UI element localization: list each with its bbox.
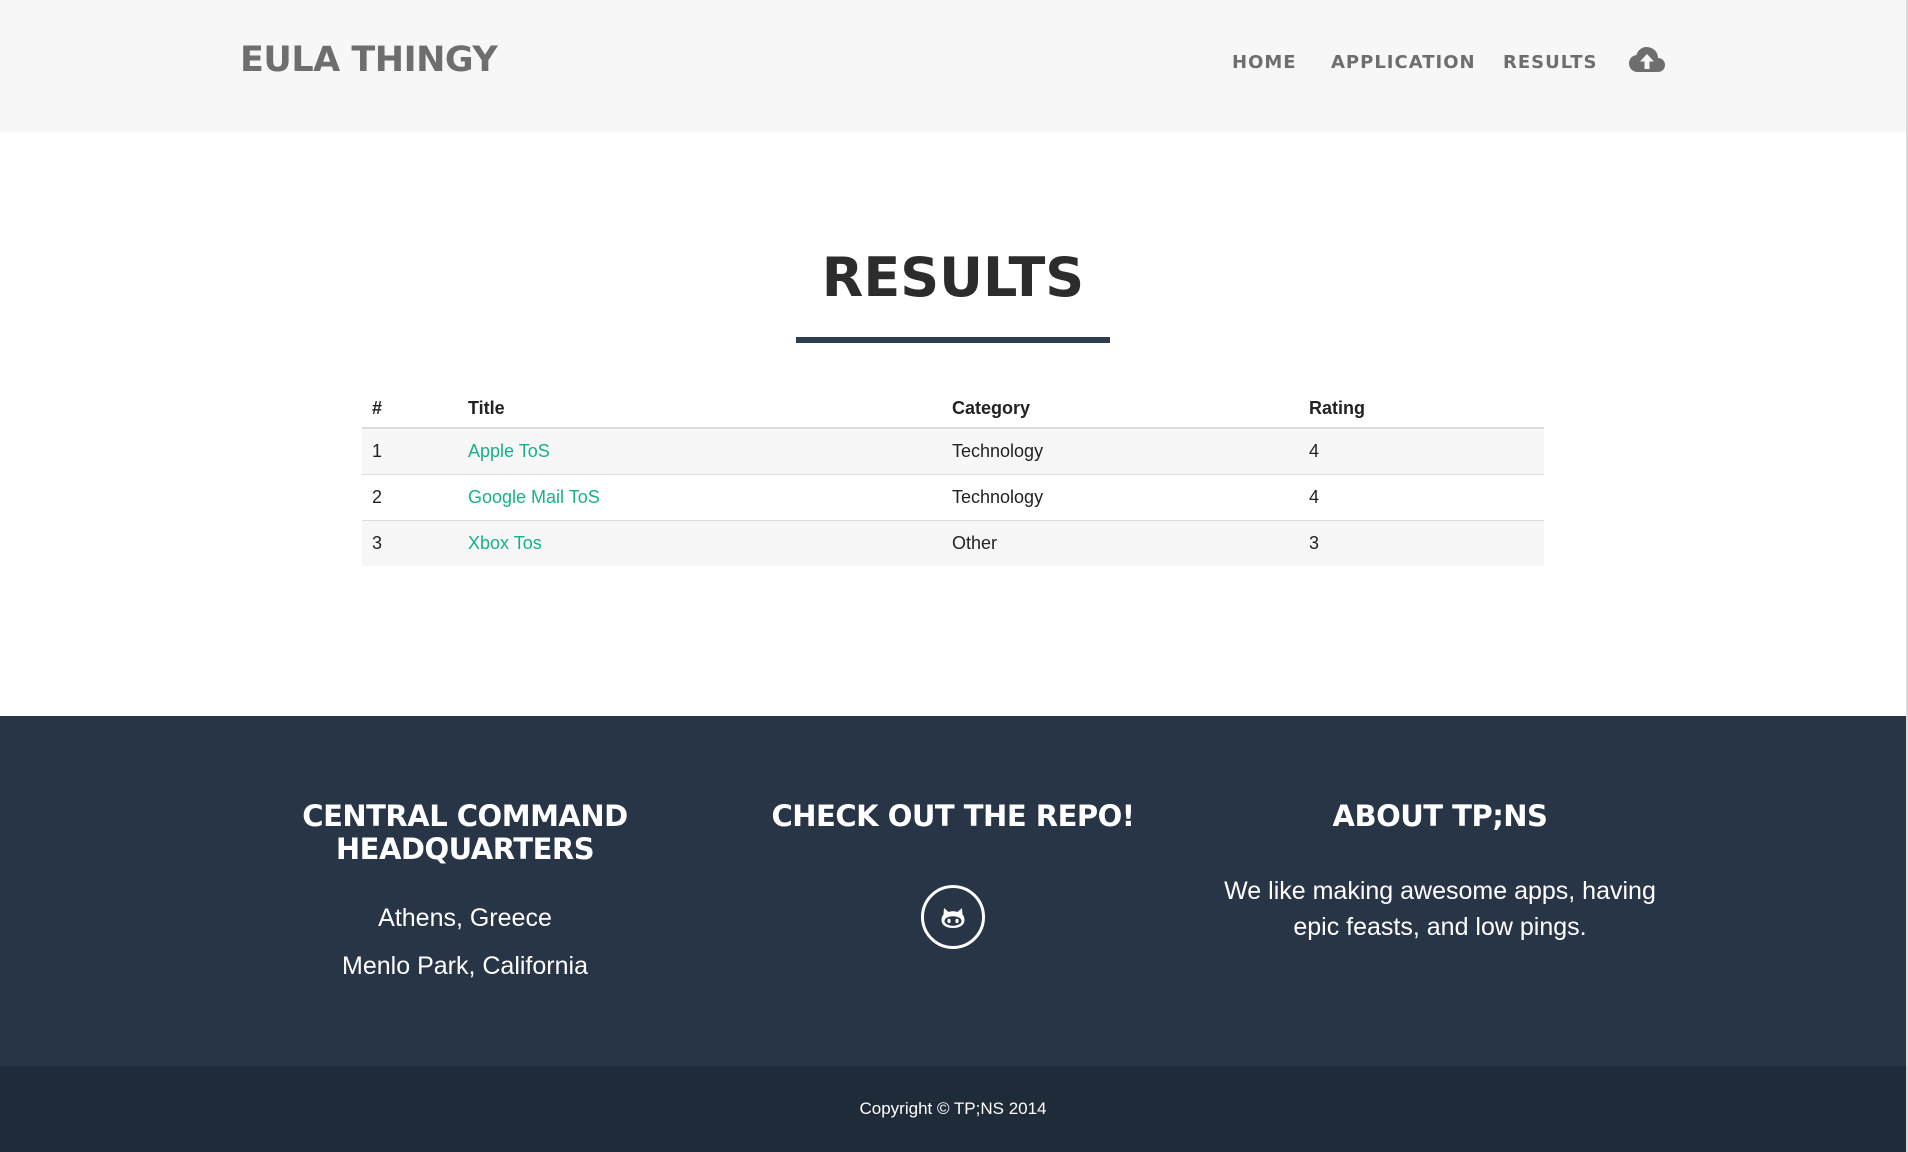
row-category: Other (942, 519, 1299, 566)
eula-title-link[interactable]: Google Mail ToS (468, 487, 600, 507)
results-table: # Title Category Rating 1 Apple ToS Tech… (362, 390, 1544, 566)
navbar: EULA THINGY HOME APPLICATION RESULTS (0, 0, 1906, 132)
location-menlo-park: Menlo Park, California (342, 952, 588, 980)
row-category: Technology (942, 473, 1299, 520)
column-header-title: Title (458, 390, 942, 429)
eula-title-link[interactable]: Xbox Tos (468, 533, 542, 553)
table-row: 1 Apple ToS Technology 4 (362, 427, 1544, 474)
title-divider (796, 337, 1110, 343)
footer-heading-repo: CHECK OUT THE REPO! (771, 799, 1135, 833)
footer-headquarters: CENTRAL COMMAND HEADQUARTERS Athens, Gre… (235, 800, 695, 981)
table-row: 2 Google Mail ToS Technology 4 (362, 473, 1544, 520)
nav-home-link[interactable]: HOME (1232, 52, 1297, 73)
row-title-cell: Google Mail ToS (458, 473, 942, 520)
about-line: epic feasts, and low pings. (1293, 913, 1587, 941)
footer-heading-headquarters: CENTRAL COMMAND HEADQUARTERS (235, 800, 695, 866)
about-text: We like making awesome apps, having epic… (1210, 873, 1670, 945)
table-header-row: # Title Category Rating (362, 390, 1544, 429)
row-title-cell: Xbox Tos (458, 519, 942, 566)
about-line: We like making awesome apps, having (1224, 877, 1656, 905)
copyright-text: Copyright © TP;NS 2014 (859, 1099, 1047, 1118)
location-athens: Athens, Greece (378, 904, 552, 932)
nav-menu: HOME APPLICATION RESULTS (0, 52, 1906, 82)
page-title: RESULTS (821, 246, 1085, 309)
table-body: 1 Apple ToS Technology 4 2 Google Mail T… (362, 427, 1544, 566)
copyright-bar: Copyright © TP;NS 2014 (0, 1066, 1906, 1152)
github-icon (941, 908, 965, 928)
cloud-upload-icon[interactable] (1628, 45, 1666, 77)
row-rating: 4 (1299, 473, 1544, 520)
heading-line: HEADQUARTERS (335, 832, 595, 866)
table-header: # Title Category Rating (362, 390, 1544, 429)
footer-about: ABOUT TP;NS We like making awesome apps,… (1210, 800, 1670, 945)
nav-application-link[interactable]: APPLICATION (1331, 52, 1476, 73)
footer-heading-about: ABOUT TP;NS (1332, 799, 1548, 833)
nav-results-link[interactable]: RESULTS (1503, 52, 1597, 73)
github-repo-button[interactable] (921, 885, 985, 949)
row-number: 2 (362, 473, 458, 520)
column-header-rating: Rating (1299, 390, 1544, 429)
row-title-cell: Apple ToS (458, 427, 942, 474)
heading-line: CENTRAL COMMAND (302, 799, 628, 833)
row-category: Technology (942, 427, 1299, 474)
column-header-number: # (362, 390, 458, 429)
row-rating: 4 (1299, 427, 1544, 474)
row-number: 1 (362, 427, 458, 474)
footer: CENTRAL COMMAND HEADQUARTERS Athens, Gre… (0, 716, 1906, 1066)
table-row: 3 Xbox Tos Other 3 (362, 519, 1544, 566)
footer-repo: CHECK OUT THE REPO! (723, 800, 1183, 949)
eula-title-link[interactable]: Apple ToS (468, 441, 550, 461)
row-number: 3 (362, 519, 458, 566)
column-header-category: Category (942, 390, 1299, 429)
row-rating: 3 (1299, 519, 1544, 566)
